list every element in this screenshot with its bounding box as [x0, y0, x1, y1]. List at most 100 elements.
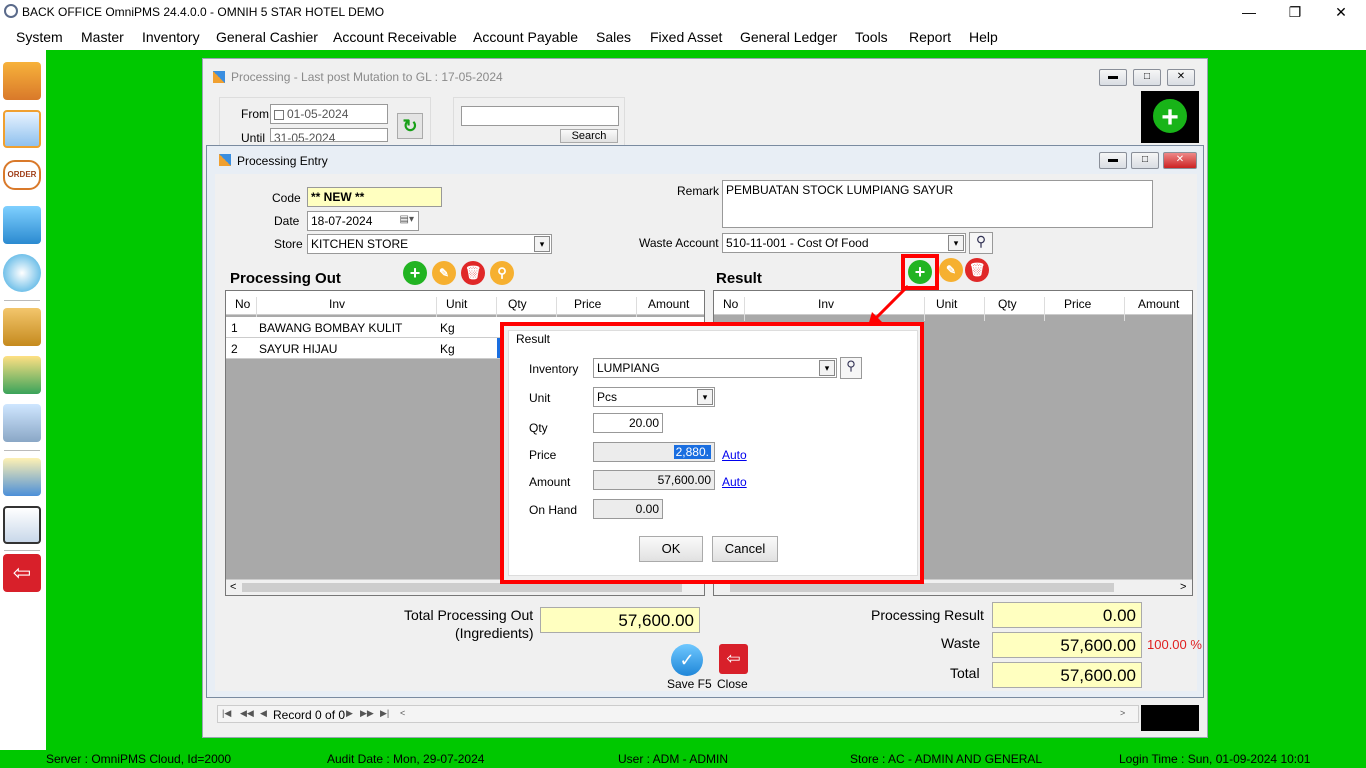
checklist-icon[interactable] [3, 110, 41, 148]
processing-result-label: Processing Result [871, 607, 984, 623]
money-bag-icon[interactable] [3, 308, 41, 346]
total-out-value: 57,600.00 [540, 607, 700, 633]
cancel-button[interactable]: Cancel [712, 536, 778, 562]
ok-button[interactable]: OK [639, 536, 703, 562]
menu-master[interactable]: Master [81, 29, 124, 45]
scroll-right-icon[interactable]: > [1180, 581, 1186, 593]
price-label: Price [529, 448, 557, 462]
order-icon[interactable]: ORDER [3, 160, 41, 190]
from-date-checkbox[interactable] [274, 109, 284, 120]
delete-out-icon[interactable]: 🗑 [461, 261, 485, 285]
menu-tools[interactable]: Tools [855, 29, 888, 45]
inventory-search-icon[interactable]: ⚲ [840, 357, 862, 379]
unit-select[interactable]: Pcs ▾ [593, 387, 715, 407]
col-no: No [723, 297, 739, 311]
menu-bar: System Master Inventory General Cashier … [0, 24, 1366, 50]
search-input[interactable] [461, 106, 619, 126]
add-out-icon[interactable]: + [403, 261, 427, 285]
calendar-dropdown-icon[interactable]: ▤▾ [400, 214, 414, 225]
minimize-icon[interactable]: — [1234, 2, 1264, 22]
date-field[interactable]: 18-07-2024 ▤▾ [307, 211, 419, 231]
unit-label: Unit [529, 391, 551, 405]
menu-system[interactable]: System [16, 29, 63, 45]
search-out-icon[interactable]: ⚲ [490, 261, 514, 285]
add-result-icon[interactable]: + [908, 260, 932, 284]
scroll-thumb[interactable] [730, 583, 1114, 592]
edit-out-icon[interactable]: ✎ [432, 261, 456, 285]
scroll-right-icon[interactable]: > [1120, 708, 1125, 718]
status-server: Server : OmniPMS Cloud, Id=2000 [46, 752, 232, 766]
next-page-icon[interactable]: ▶▶ [360, 708, 374, 719]
price-auto-link[interactable]: Auto [722, 448, 747, 462]
close-entry-icon[interactable]: ⇦ [719, 644, 748, 674]
save-icon[interactable]: ✓ [671, 644, 703, 676]
row-inv: BAWANG BOMBAY KULIT [259, 321, 403, 335]
close-label[interactable]: Close [717, 677, 748, 691]
mobile-touch-icon[interactable] [3, 404, 41, 442]
report-chart-icon[interactable] [3, 506, 41, 544]
onhand-label: On Hand [529, 503, 578, 517]
waste-account-select[interactable]: 510-11-001 - Cost Of Food ▾ [722, 233, 966, 253]
processing-result-value: 0.00 [992, 602, 1142, 628]
save-label[interactable]: Save F5 [667, 677, 712, 691]
store-select[interactable]: KITCHEN STORE ▾ [307, 234, 552, 254]
arrow-line [872, 284, 910, 322]
edit-result-icon[interactable]: ✎ [939, 258, 963, 282]
amount-field[interactable]: 57,600.00 [593, 470, 715, 490]
restore-icon[interactable]: □ [1131, 152, 1159, 169]
boxes-icon[interactable] [3, 62, 41, 100]
first-record-icon[interactable]: |◀ [222, 708, 231, 719]
exit-icon[interactable]: ⇦ [3, 554, 41, 592]
store-value: KITCHEN STORE [311, 237, 409, 251]
add-new-icon[interactable]: + [1151, 97, 1189, 135]
menu-sales[interactable]: Sales [596, 29, 631, 45]
waste-account-search-icon[interactable]: ⚲ [969, 232, 993, 254]
sidebar-divider [4, 550, 40, 551]
until-date-field[interactable]: 31-05-2024 [270, 128, 388, 142]
chevron-down-icon[interactable]: ▾ [534, 236, 550, 252]
close-icon[interactable]: ✕ [1167, 69, 1195, 86]
minimize-icon[interactable]: ▬ [1099, 69, 1127, 86]
inventory-select[interactable]: LUMPIANG ▾ [593, 358, 837, 378]
ledger-book-icon[interactable] [3, 458, 41, 496]
close-icon[interactable]: ✕ [1326, 2, 1356, 22]
code-field[interactable]: ** NEW ** [307, 187, 442, 207]
menu-inventory[interactable]: Inventory [142, 29, 200, 45]
menu-account-receivable[interactable]: Account Receivable [333, 29, 457, 45]
next-record-icon[interactable]: ▶ [346, 708, 353, 719]
scroll-left-icon[interactable]: < [400, 708, 405, 718]
scroll-thumb[interactable] [242, 583, 682, 592]
cart-icon[interactable] [3, 206, 41, 244]
last-record-icon[interactable]: ▶| [380, 708, 389, 719]
payment-hand-icon[interactable] [3, 356, 41, 394]
remark-field[interactable]: PEMBUATAN STOCK LUMPIANG SAYUR [722, 180, 1153, 228]
restore-icon[interactable]: ❐ [1280, 2, 1310, 22]
qty-field[interactable]: 20.00 [593, 413, 663, 433]
refresh-button[interactable]: ↻ [397, 113, 423, 139]
price-field[interactable]: 2,880. [593, 442, 715, 462]
status-user: User : ADM - ADMIN [618, 752, 729, 766]
menu-help[interactable]: Help [969, 29, 998, 45]
menu-report[interactable]: Report [909, 29, 951, 45]
chevron-down-icon[interactable]: ▾ [948, 235, 964, 251]
amount-auto-link[interactable]: Auto [722, 475, 747, 489]
search-button[interactable]: Search [560, 129, 618, 143]
prev-page-icon[interactable]: ◀◀ [240, 708, 254, 719]
scroll-left-icon[interactable]: < [230, 581, 236, 593]
menu-general-ledger[interactable]: General Ledger [740, 29, 837, 45]
chevron-down-icon[interactable]: ▾ [697, 389, 713, 405]
from-date-field[interactable]: 01-05-2024 [270, 104, 388, 124]
close-icon[interactable]: ✕ [1163, 152, 1197, 169]
prev-record-icon[interactable]: ◀ [260, 708, 267, 719]
refresh-box-icon[interactable] [3, 254, 41, 292]
col-unit: Unit [446, 297, 468, 311]
chevron-down-icon[interactable]: ▾ [819, 360, 835, 376]
restore-icon[interactable]: □ [1133, 69, 1161, 86]
minimize-icon[interactable]: ▬ [1099, 152, 1127, 169]
menu-fixed-asset[interactable]: Fixed Asset [650, 29, 722, 45]
row-no: 2 [231, 342, 238, 356]
delete-result-icon[interactable]: 🗑 [965, 258, 989, 282]
menu-account-payable[interactable]: Account Payable [473, 29, 578, 45]
until-label: Until [241, 131, 266, 145]
menu-general-cashier[interactable]: General Cashier [216, 29, 318, 45]
